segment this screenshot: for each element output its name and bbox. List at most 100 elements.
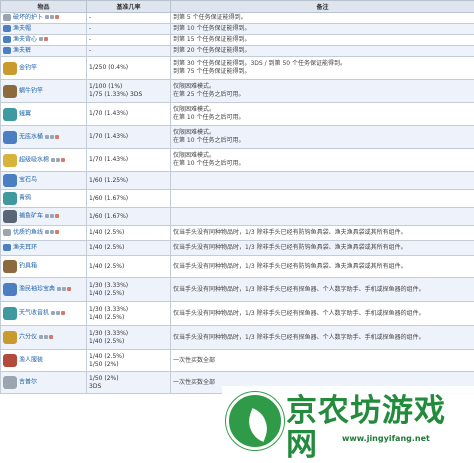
rate-value: - (89, 47, 168, 55)
item-icon (3, 331, 17, 344)
table-row: 渔夫帽-到第 10 个任务保证能得到。 (1, 24, 474, 35)
item-name-link[interactable]: 无底水桶 (19, 133, 43, 140)
item-name-link[interactable]: 金钓竿 (19, 64, 37, 71)
table-row: 渔人服装 1/40 (2.5%)1/50 (2%)一次性买数全部 (1, 350, 474, 372)
notes-text-alt: 在第 10 个任务之后可用。 (173, 114, 472, 122)
notes-text: 到第 15 个任务保证能得到。 (173, 36, 472, 44)
table-row: 渔民袖珍宝典 1/30 (3.33%)1/40 (2.5%)仅当手头没有同种物品时… (1, 278, 474, 302)
notes-cell: 仅限困难模式。在第 10 个任务之后可用。 (171, 126, 474, 149)
item-cell: 渔民袖珍宝典 (1, 278, 87, 302)
rate-value: 1/30 (3.33%) (89, 306, 168, 314)
table-row: 渔夫耳环1/40 (2.5%)仅当手头没有同种物品时，1/3 除非手头已经有防钩… (1, 241, 474, 256)
item-icon (3, 210, 17, 223)
rate-cell: 1/50 (2%)3DS (87, 372, 171, 394)
platform-badge-icons (51, 156, 66, 164)
notes-text: 仅限困难模式。 (173, 83, 472, 91)
item-name-link[interactable]: 渔夫背心 (13, 36, 37, 43)
rate-value: 1/250 (0.4%) (89, 64, 168, 72)
item-name-link[interactable]: 吉普尔 (19, 379, 37, 386)
notes-text: 仅当手头没有同种物品时，1/3 除非手头已经有防钩鱼具袋、渔夫渔具袋或其所有组件… (173, 229, 472, 237)
notes-text: 仅限困难模式。 (173, 152, 472, 160)
item-icon (3, 25, 11, 32)
item-name-link[interactable]: 天气收音机 (19, 310, 49, 317)
item-name-link[interactable]: 渔夫裤 (13, 47, 31, 54)
item-icon (3, 108, 17, 121)
item-name-link[interactable]: 超级吸水棉 (19, 156, 49, 163)
item-cell: 钓具箱 (1, 256, 87, 278)
notes-text-alt: 在第 10 个任务之后可用。 (173, 137, 472, 145)
rate-cell: 1/100 (1%)1/75 (1.33%) 3DS (87, 80, 171, 103)
rate-cell: 1/30 (3.33%)1/40 (2.5%) (87, 278, 171, 302)
item-icon (3, 174, 17, 187)
item-cell: 渔夫耳环 (1, 241, 87, 256)
rate-value-alt: 1/40 (2.5%) (89, 338, 168, 346)
item-name-link[interactable]: 渔民袖珍宝典 (19, 286, 55, 293)
notes-cell: 仅限困难模式。在第 10 个任务之后可用。 (171, 149, 474, 172)
rate-cell: - (87, 24, 171, 35)
item-table: 物品 基准几率 备注 破坏的护卜-到第 5 个任务保证能得到。渔夫帽-到第 10… (0, 0, 474, 394)
watermark-brand: 京农坊游戏网 (286, 394, 474, 462)
item-icon (3, 192, 17, 205)
rate-cell: 1/40 (2.5%) (87, 256, 171, 278)
notes-text: 仅当手头没有同种物品时，1/3 除非手头已经有探鱼器、个人数字助手、手机或探鱼器… (173, 286, 472, 294)
rate-value-alt: 1/40 (2.5%) (89, 314, 168, 322)
rate-value: 1/60 (1.25%) (89, 177, 168, 185)
table-row: 天气收音机1/30 (3.33%)1/40 (2.5%)仅当手头没有同种物品时，… (1, 302, 474, 326)
notes-cell: 仅当手头没有同种物品时，1/3 除非手头已经有探鱼器、个人数字助手、手机或探鱼器… (171, 278, 474, 302)
table-row: 宝石鸟 1/60 (1.25%) (1, 172, 474, 190)
platform-badge-icons (51, 310, 66, 318)
item-name-link[interactable]: 渔人服装 (19, 357, 43, 364)
item-cell: 蜗牛钓竿 (1, 80, 87, 103)
notes-cell: 仅限困难模式。在第 25 个任务之后可用。 (171, 80, 474, 103)
notes-text: 到第 20 个任务保证能得到。 (173, 47, 472, 55)
rate-value: 1/40 (2.5%) (89, 353, 168, 361)
platform-badge-icons (39, 36, 49, 44)
rate-value: 1/40 (2.5%) (89, 229, 168, 237)
item-name-link[interactable]: 蛾翼 (19, 110, 31, 117)
item-name-link[interactable]: 优质钓鱼线 (13, 229, 43, 236)
table-row: 破坏的护卜-到第 5 个任务保证能得到。 (1, 13, 474, 24)
table-row: 优质钓鱼线 1/40 (2.5%) 仅当手头没有同种物品时，1/3 除非手头已经有防… (1, 226, 474, 241)
notes-text: 仅限困难模式。 (173, 106, 472, 114)
table-row: 青鸦 1/60 (1.67%) (1, 190, 474, 208)
watermark-url: www.jingyifang.net (342, 434, 430, 443)
item-name-link[interactable]: 渔夫帽 (13, 25, 31, 32)
rate-value: 1/60 (1.67%) (89, 195, 168, 203)
rate-value-alt: 1/50 (2%) (89, 361, 168, 369)
item-name-link[interactable]: 捕鱼矿车 (19, 213, 43, 220)
rate-cell: 1/60 (1.67%) (87, 190, 171, 208)
notes-text-alt: 在第 10 个任务之后可用。 (173, 160, 472, 168)
rate-value: - (89, 36, 168, 44)
rate-value: 1/70 (1.43%) (89, 156, 168, 164)
item-name-link[interactable]: 六分仪 (19, 334, 37, 341)
item-cell: 破坏的护卜 (1, 13, 87, 24)
rate-value: 1/100 (1%) (89, 83, 168, 91)
item-name-link[interactable]: 宝石鸟 (19, 177, 37, 184)
table-row: 蜗牛钓竿 1/100 (1%)1/75 (1.33%) 3DS仅限困难模式。在第 … (1, 80, 474, 103)
col-header-rate: 基准几率 (87, 1, 171, 13)
notes-cell (171, 172, 474, 190)
table-row: 金钓竿1/250 (0.4%)到第 30 个任务保证能得到。3DS / 到第 5… (1, 57, 474, 80)
item-icon (3, 376, 17, 389)
platform-badge-icons (45, 133, 60, 141)
notes-cell: 一次性买数全部 (171, 350, 474, 372)
item-icon (3, 131, 17, 144)
item-name-link[interactable]: 蜗牛钓竿 (19, 87, 43, 94)
item-cell: 金钓竿 (1, 57, 87, 80)
table-body: 破坏的护卜-到第 5 个任务保证能得到。渔夫帽-到第 10 个任务保证能得到。渔… (1, 13, 474, 394)
item-icon (3, 260, 17, 273)
item-name-link[interactable]: 破坏的护卜 (13, 14, 43, 21)
notes-text: 仅限困难模式。 (173, 129, 472, 137)
notes-cell: 仅限困难模式。在第 10 个任务之后可用。 (171, 103, 474, 126)
table-row: 渔夫背心 -到第 15 个任务保证能得到。 (1, 35, 474, 46)
item-name-link[interactable]: 渔夫耳环 (13, 244, 37, 251)
item-cell: 天气收音机 (1, 302, 87, 326)
item-cell: 青鸦 (1, 190, 87, 208)
watermark: 京农坊游戏网 www.jingyifang.net (222, 386, 474, 456)
rate-cell: - (87, 35, 171, 46)
rate-value-alt: 1/75 (1.33%) 3DS (89, 91, 168, 99)
rate-cell: 1/70 (1.43%) (87, 126, 171, 149)
item-cell: 超级吸水棉 (1, 149, 87, 172)
item-name-link[interactable]: 青鸦 (19, 195, 31, 202)
item-name-link[interactable]: 钓具箱 (19, 263, 37, 270)
